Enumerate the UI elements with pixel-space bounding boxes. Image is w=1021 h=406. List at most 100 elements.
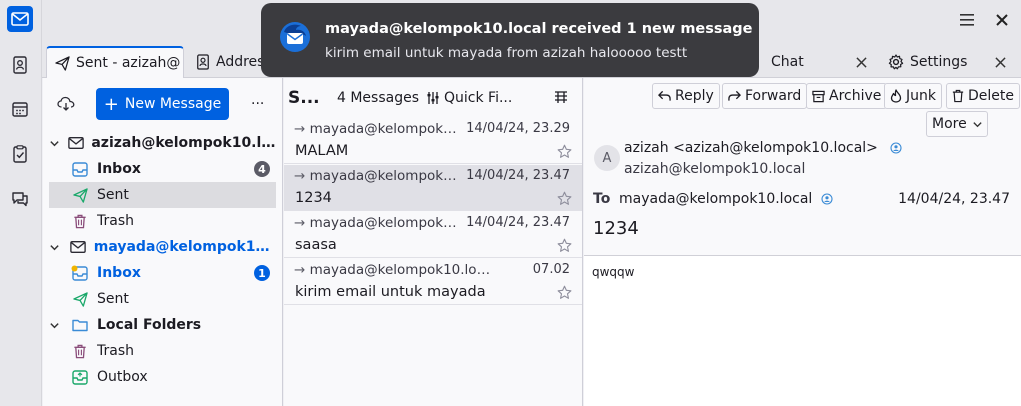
folder-label: Inbox [97, 161, 141, 177]
forward-icon [728, 90, 741, 102]
delete-button[interactable]: Delete [946, 83, 1020, 109]
star-icon[interactable] [557, 285, 572, 300]
list-view-options-icon[interactable] [554, 90, 568, 104]
folder-inbox-azizah[interactable]: Inbox 4 [49, 156, 276, 182]
to-label: To [593, 191, 611, 207]
message-date: 14/04/24, 23.47 [466, 215, 570, 230]
notification-body: kirim email untuk mayada from azizah hal… [325, 45, 688, 61]
tab-label: Sent - azizah@ [76, 55, 181, 71]
mail-account-icon [66, 136, 85, 150]
reply-icon [658, 90, 671, 102]
quick-filter-button[interactable]: Quick Fi... [426, 90, 512, 106]
archive-button[interactable]: Archive [806, 83, 888, 109]
more-label: More [932, 116, 967, 132]
inbox-new-mail-icon [69, 265, 91, 281]
message-row[interactable]: → mayada@kelompok1... 14/04/24, 23.47 sa… [284, 212, 582, 258]
message-body-text: qwqqw [592, 265, 635, 279]
paper-plane-icon [55, 55, 70, 71]
chevron-down-icon[interactable] [49, 320, 69, 331]
message-date: 14/04/24, 23.47 [466, 168, 570, 183]
folder-label: mayada@kelompok10.l... [93, 239, 277, 255]
spaces-toolbar [0, 0, 42, 406]
tasks-space-icon[interactable] [7, 141, 33, 167]
quick-filter-label: Quick Fi... [444, 90, 513, 106]
thread-pane-header: S... 4 Messages Quick Fi... [284, 78, 583, 118]
message-row[interactable]: → mayada@kelompok1... 14/04/24, 23.29 MA… [284, 118, 582, 164]
close-tab-chat-icon[interactable] [851, 52, 871, 72]
folder-pane-header: + New Message ... [43, 78, 283, 126]
folder-label: Sent [97, 291, 129, 307]
chevron-down-icon[interactable] [49, 138, 66, 149]
unread-count-badge: 4 [254, 161, 270, 177]
tab-settings[interactable]: Settings [880, 46, 1000, 78]
folder-sent-mayada[interactable]: Sent [49, 286, 276, 312]
folder-account-mayada[interactable]: mayada@kelompok10.l... [49, 234, 276, 260]
close-tab-settings-icon[interactable] [990, 52, 1010, 72]
message-row[interactable]: → mayada@kelompok1... 14/04/24, 23.47 12… [284, 165, 582, 211]
message-from: → mayada@kelompok10.local [294, 262, 494, 278]
message-row[interactable]: → mayada@kelompok10.local 07.02 kirim em… [284, 259, 582, 305]
paper-plane-icon [69, 291, 91, 307]
new-message-label: New Message [124, 96, 222, 112]
folder-local-folders[interactable]: Local Folders [49, 312, 276, 338]
message-date: 14/04/24, 23.29 [466, 121, 570, 136]
message-subject: 1234 [593, 218, 639, 239]
chat-space-icon[interactable] [7, 186, 33, 212]
notification-title: mayada@kelompok10.local received 1 new m… [325, 21, 753, 37]
junk-button[interactable]: Junk [884, 83, 942, 109]
calendar-space-icon[interactable] [7, 96, 33, 122]
message-to-address[interactable]: mayada@kelompok10.local [619, 191, 833, 207]
folder-inbox-mayada[interactable]: Inbox 1 [49, 260, 276, 286]
star-icon[interactable] [557, 191, 572, 206]
tab-address-book[interactable]: Addres [188, 46, 268, 78]
thread-folder-title: S... [288, 88, 320, 108]
contact-card-icon[interactable] [890, 142, 902, 154]
filter-sliders-icon [426, 91, 440, 105]
hamburger-menu-icon[interactable] [955, 8, 979, 32]
inbox-icon [69, 161, 91, 177]
new-mail-notification[interactable]: mayada@kelompok10.local received 1 new m… [261, 3, 759, 77]
folder-outbox-local[interactable]: Outbox [49, 364, 276, 390]
new-message-button[interactable]: + New Message [96, 88, 229, 120]
star-icon[interactable] [557, 238, 572, 253]
tab-label: Addres [216, 54, 265, 70]
trash-icon [69, 214, 91, 229]
thread-pane: S... 4 Messages Quick Fi... → mayada@kel… [284, 78, 583, 406]
archive-label: Archive [829, 88, 882, 104]
forward-button[interactable]: Forward [722, 83, 808, 109]
reply-button[interactable]: Reply [652, 83, 720, 109]
message-date: 14/04/24, 23.47 [898, 191, 1010, 207]
message-subject: MALAM [295, 143, 349, 159]
message-subject: 1234 [295, 190, 332, 206]
mail-space-icon[interactable] [7, 6, 33, 32]
folder-sent-azizah[interactable]: Sent [49, 182, 276, 208]
gear-icon [888, 54, 904, 70]
star-icon[interactable] [557, 144, 572, 159]
tab-label: Chat [771, 54, 804, 70]
folder-trash-local[interactable]: Trash [49, 338, 276, 364]
thunderbird-logo-icon [278, 20, 312, 54]
mail-account-icon [67, 240, 87, 254]
message-from-line[interactable]: azizah <azizah@kelompok10.local> [624, 140, 902, 156]
contact-card-icon[interactable] [821, 193, 833, 205]
window-close-icon[interactable] [990, 8, 1014, 32]
message-from: → mayada@kelompok1... [294, 121, 464, 137]
unread-count-badge: 1 [254, 265, 270, 281]
get-messages-icon[interactable] [57, 96, 75, 112]
message-body[interactable]: qwqqw [584, 256, 1021, 406]
folder-trash-azizah[interactable]: Trash [49, 208, 276, 234]
message-count: 4 Messages [337, 90, 420, 106]
paper-plane-icon [69, 187, 91, 203]
message-from-address: azizah@kelompok10.local [624, 161, 806, 177]
folder-pane-menu-button[interactable]: ... [251, 92, 264, 108]
tab-sent[interactable]: Sent - azizah@ [46, 46, 184, 78]
address-book-space-icon[interactable] [7, 52, 33, 78]
folder-label: Trash [97, 343, 134, 359]
folder-account-azizah[interactable]: azizah@kelompok10.loca... [49, 130, 276, 156]
junk-label: Junk [906, 88, 936, 104]
tab-chat[interactable]: Chat [744, 46, 854, 78]
chevron-down-icon[interactable] [49, 242, 67, 253]
folder-label: Trash [97, 213, 134, 229]
more-button[interactable]: More [926, 111, 988, 137]
message-subject: kirim email untuk mayada [295, 284, 486, 300]
